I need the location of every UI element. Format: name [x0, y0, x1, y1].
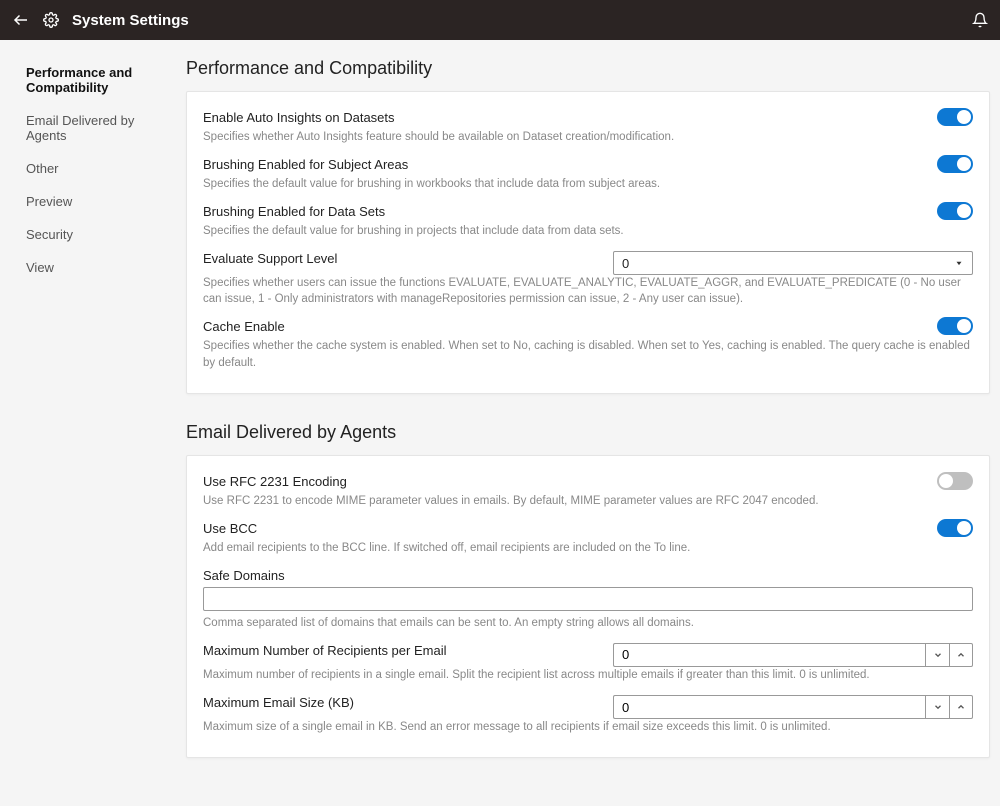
page-title: System Settings [72, 12, 189, 29]
setting-description: Maximum size of a single email in KB. Se… [203, 719, 973, 735]
chevron-down-icon [954, 258, 964, 268]
toggle-use-bcc[interactable] [937, 519, 973, 537]
sidebar-item-security[interactable]: Security [26, 220, 168, 249]
spinner-increment[interactable] [949, 643, 973, 667]
section-card-email: Use RFC 2231 Encoding Use RFC 2231 to en… [186, 455, 990, 758]
setting-label: Brushing Enabled for Subject Areas [203, 157, 973, 172]
toggle-rfc2231[interactable] [937, 472, 973, 490]
setting-label: Cache Enable [203, 319, 973, 334]
setting-label: Use BCC [203, 521, 973, 536]
setting-cache-enable: Cache Enable Specifies whether the cache… [203, 311, 973, 374]
setting-label: Maximum Number of Recipients per Email [203, 643, 593, 658]
sidebar-item-view[interactable]: View [26, 253, 168, 282]
setting-evaluate-support: Evaluate Support Level 0 Specifies wheth… [203, 243, 973, 311]
spinner-decrement[interactable] [925, 695, 949, 719]
select-value: 0 [622, 256, 629, 271]
select-evaluate-support[interactable]: 0 [613, 251, 973, 275]
setting-use-bcc: Use BCC Add email recipients to the BCC … [203, 513, 973, 560]
setting-label: Use RFC 2231 Encoding [203, 474, 973, 489]
setting-label: Brushing Enabled for Data Sets [203, 204, 973, 219]
sidebar-item-preview[interactable]: Preview [26, 187, 168, 216]
setting-label: Evaluate Support Level [203, 251, 593, 266]
input-max-recipients[interactable] [613, 643, 925, 667]
spinner-decrement[interactable] [925, 643, 949, 667]
setting-description: Comma separated list of domains that ema… [203, 615, 973, 631]
setting-description: Add email recipients to the BCC line. If… [203, 540, 973, 556]
toggle-cache-enable[interactable] [937, 317, 973, 335]
sidebar-item-performance[interactable]: Performance and Compatibility [26, 58, 168, 102]
setting-description: Specifies whether users can issue the fu… [203, 275, 973, 307]
setting-label: Safe Domains [203, 568, 973, 583]
setting-description: Specifies whether Auto Insights feature … [203, 129, 973, 145]
setting-description: Specifies whether the cache system is en… [203, 338, 973, 370]
main-content: Performance and Compatibility Enable Aut… [180, 40, 1000, 806]
notifications-button[interactable] [972, 12, 988, 28]
setting-brushing-subject: Brushing Enabled for Subject Areas Speci… [203, 149, 973, 196]
setting-max-recipients: Maximum Number of Recipients per Email [203, 635, 973, 687]
sidebar: Performance and Compatibility Email Deli… [0, 40, 180, 806]
section-title-performance: Performance and Compatibility [186, 58, 990, 79]
setting-rfc2231: Use RFC 2231 Encoding Use RFC 2231 to en… [203, 466, 973, 513]
setting-description: Maximum number of recipients in a single… [203, 667, 973, 683]
setting-description: Use RFC 2231 to encode MIME parameter va… [203, 493, 973, 509]
setting-max-email-size: Maximum Email Size (KB) [203, 687, 973, 739]
setting-safe-domains: Safe Domains Comma separated list of dom… [203, 560, 973, 635]
section-card-performance: Enable Auto Insights on Datasets Specifi… [186, 91, 990, 394]
setting-brushing-datasets: Brushing Enabled for Data Sets Specifies… [203, 196, 973, 243]
section-title-email: Email Delivered by Agents [186, 422, 990, 443]
sidebar-item-other[interactable]: Other [26, 154, 168, 183]
spinner-increment[interactable] [949, 695, 973, 719]
setting-label: Maximum Email Size (KB) [203, 695, 593, 710]
toggle-brushing-datasets[interactable] [937, 202, 973, 220]
top-bar: System Settings [0, 0, 1000, 40]
setting-description: Specifies the default value for brushing… [203, 176, 973, 192]
sidebar-item-email[interactable]: Email Delivered by Agents [26, 106, 168, 150]
toggle-brushing-subject[interactable] [937, 155, 973, 173]
toggle-auto-insights[interactable] [937, 108, 973, 126]
input-max-email-size[interactable] [613, 695, 925, 719]
back-button[interactable] [12, 11, 30, 29]
setting-description: Specifies the default value for brushing… [203, 223, 973, 239]
input-safe-domains[interactable] [203, 587, 973, 611]
app-gear-icon [42, 11, 60, 29]
setting-auto-insights: Enable Auto Insights on Datasets Specifi… [203, 102, 973, 149]
setting-label: Enable Auto Insights on Datasets [203, 110, 973, 125]
